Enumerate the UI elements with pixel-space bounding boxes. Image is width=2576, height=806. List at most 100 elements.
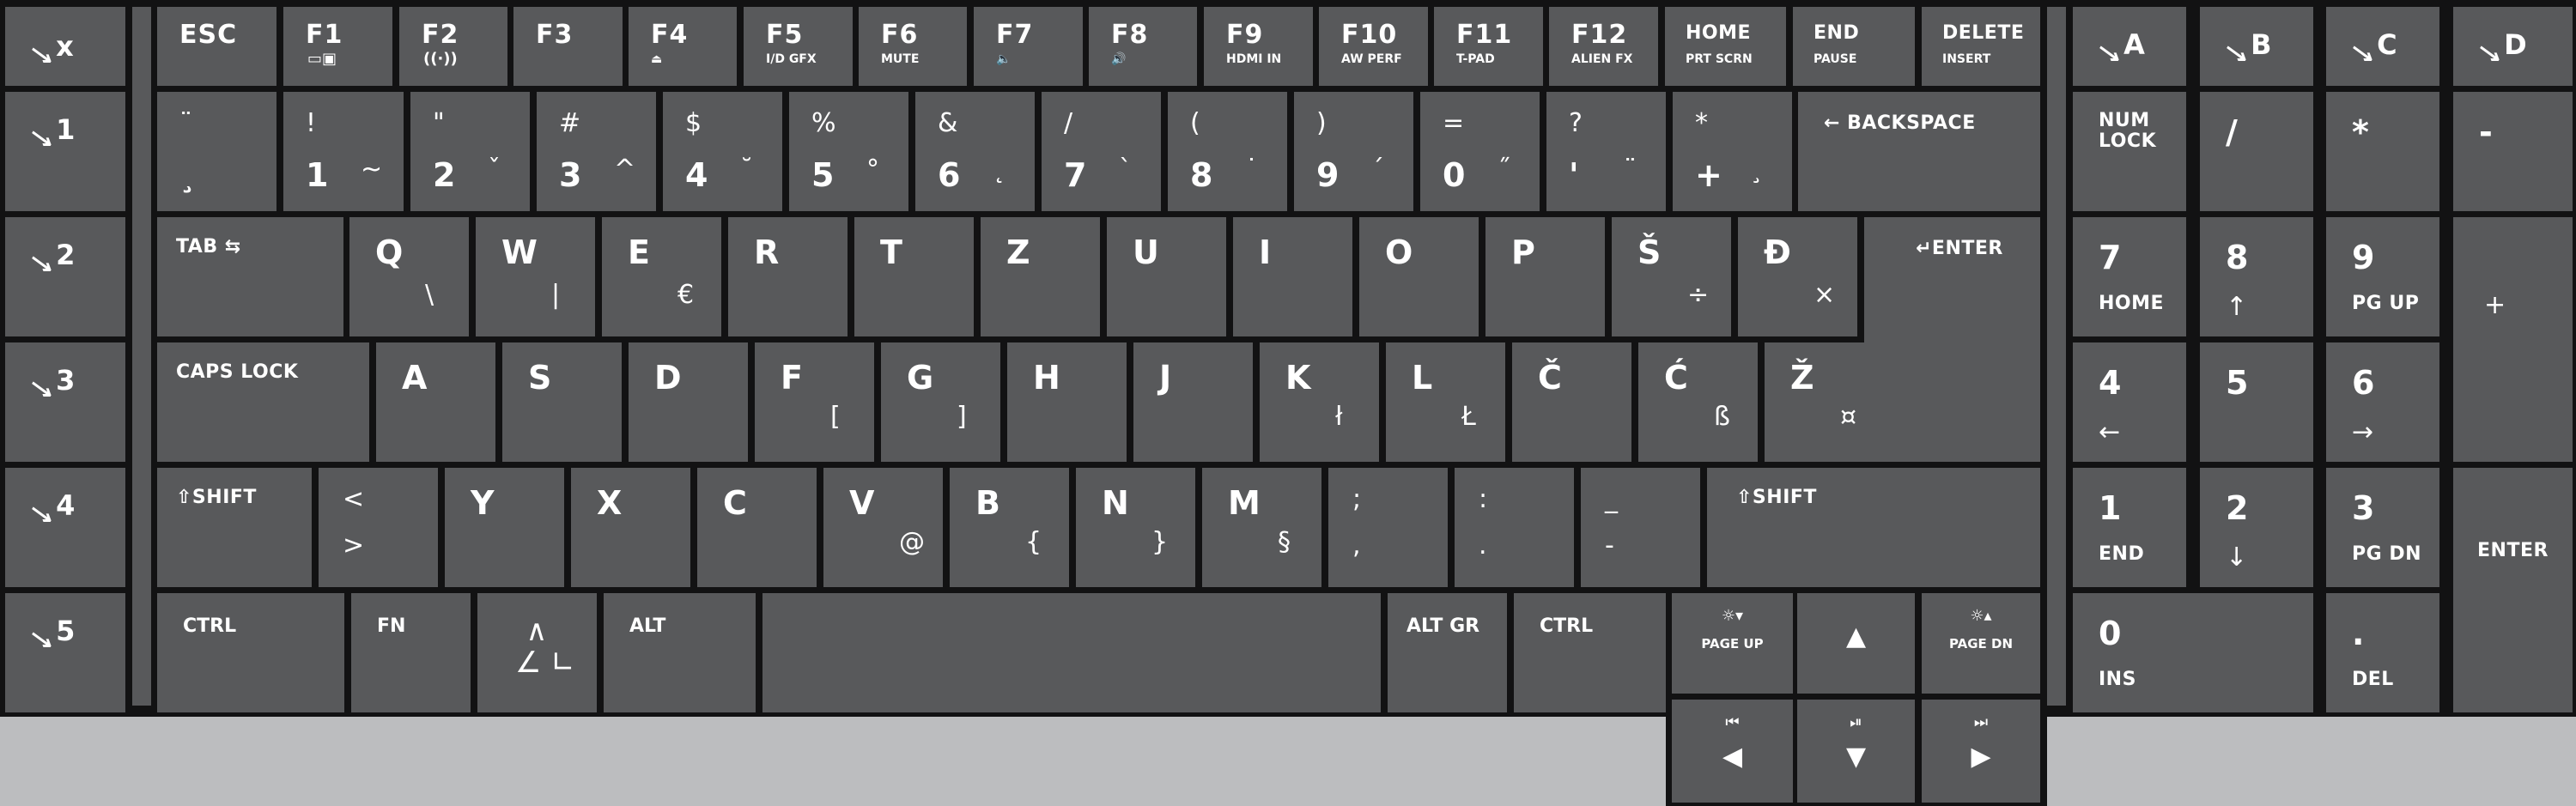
numpad-key-12[interactable]: 2 ↓ <box>2200 468 2313 587</box>
shift-row-key-3[interactable]: X <box>571 468 690 587</box>
shift-row-key-8[interactable]: M § <box>1202 468 1321 587</box>
home-row-key-3[interactable]: D <box>629 342 748 462</box>
alt-gr-key[interactable]: ALT GR <box>1388 593 1507 712</box>
number-row-key-11[interactable]: ? ' ¨ <box>1546 92 1666 211</box>
macro-key-5[interactable]: ↘5 <box>5 593 125 712</box>
macro-key-B[interactable]: ↘B <box>2200 7 2313 86</box>
function-key-f11[interactable]: F11 T-PAD <box>1434 7 1543 86</box>
ctrl-right-key[interactable]: CTRL <box>1514 593 1666 712</box>
numpad-plus-key[interactable]: + <box>2453 217 2573 462</box>
home-row-key-1[interactable]: A <box>376 342 495 462</box>
numpad-key-9[interactable]: 5 <box>2200 342 2313 462</box>
macro-key-3[interactable]: ↘3 <box>5 342 125 462</box>
shift-row-key-5[interactable]: V @ <box>823 468 943 587</box>
number-row-key-9[interactable]: ) 9 ´ <box>1294 92 1413 211</box>
home-row-key-2[interactable]: S <box>502 342 622 462</box>
function-key-esc[interactable]: ESC <box>157 7 276 86</box>
shift-row-key-1[interactable]: < > <box>319 468 438 587</box>
qwerty-key-11[interactable]: Š ÷ <box>1612 217 1731 336</box>
qwerty-key-3[interactable]: E € <box>602 217 721 336</box>
numpad-key-8[interactable]: 4 ← <box>2073 342 2186 462</box>
qwerty-key-1[interactable]: Q \ <box>349 217 469 336</box>
function-key-f2[interactable]: F2 ((·)) <box>399 7 507 86</box>
qwerty-key-12[interactable]: Đ × <box>1738 217 1857 336</box>
macro-key-A[interactable]: ↘A <box>2073 7 2186 86</box>
function-key-f12[interactable]: F12 ALIEN FX <box>1549 7 1658 86</box>
number-row-key-8[interactable]: (8 ˙ <box>1168 92 1287 211</box>
shift-row-key-7[interactable]: N} <box>1076 468 1195 587</box>
ctrl-left-key[interactable]: CTRL <box>157 593 344 712</box>
numpad-key-2[interactable]: * <box>2326 92 2439 211</box>
numpad-key-4[interactable]: 7 HOME <box>2073 217 2186 336</box>
numpad-key-1[interactable]: / <box>2200 92 2313 211</box>
qwerty-key-0[interactable]: TAB ⇆ <box>157 217 343 336</box>
number-row-key-2[interactable]: " 2 ˇ <box>410 92 530 211</box>
numpad-key-5[interactable]: 8 ↑ <box>2200 217 2313 336</box>
numpad-key-13[interactable]: 3 PG DN <box>2326 468 2439 587</box>
home-row-key-6[interactable]: H <box>1007 342 1127 462</box>
home-row-key-8[interactable]: Kł <box>1260 342 1379 462</box>
shift-row-key-12[interactable]: ⇧SHIFT <box>1707 468 2040 587</box>
number-row-key-1[interactable]: ! 1 ~ <box>283 92 404 211</box>
shift-row-key-10[interactable]: :. <box>1455 468 1574 587</box>
number-row-key-6[interactable]: & 6 ˛ <box>915 92 1035 211</box>
qwerty-key-10[interactable]: P <box>1485 217 1605 336</box>
numpad-key-11[interactable]: 1 END <box>2073 468 2186 587</box>
number-row-key-4[interactable]: $4 ˘ <box>663 92 782 211</box>
number-row-key-12[interactable]: * + ¸ <box>1673 92 1792 211</box>
numpad-enter-key[interactable]: ENTER <box>2453 468 2573 712</box>
shift-row-key-0[interactable]: ⇧SHIFT <box>157 468 312 587</box>
qwerty-key-6[interactable]: Z <box>981 217 1100 336</box>
enter-key-extension[interactable] <box>1889 342 2040 462</box>
qwerty-key-8[interactable]: I <box>1233 217 1352 336</box>
shift-row-key-4[interactable]: C <box>697 468 817 587</box>
numpad-key-16[interactable]: . DEL <box>2326 593 2439 712</box>
home-row-key-12[interactable]: Ž ¤ <box>1765 342 1884 462</box>
function-key-f3[interactable]: F3 <box>513 7 623 86</box>
function-key-f10[interactable]: F10 AW PERF <box>1319 7 1428 86</box>
arrow-cluster-key-2[interactable]: ☼▴ PAGE DN <box>1922 593 2040 694</box>
numpad-key-0[interactable]: NUM LOCK <box>2073 92 2186 211</box>
qwerty-key-2[interactable]: W | <box>476 217 595 336</box>
home-row-key-9[interactable]: LŁ <box>1386 342 1505 462</box>
shift-row-key-6[interactable]: B{ <box>950 468 1069 587</box>
numpad-key-10[interactable]: 6 → <box>2326 342 2439 462</box>
function-key-f1[interactable]: F1 ▭▣ <box>283 7 392 86</box>
qwerty-key-7[interactable]: U <box>1107 217 1226 336</box>
home-row-key-11[interactable]: Ćß <box>1638 342 1758 462</box>
numpad-zero-key[interactable]: 0 INS <box>2073 593 2313 712</box>
home-row-key-4[interactable]: F[ <box>755 342 874 462</box>
numpad-key-3[interactable]: - <box>2453 92 2573 211</box>
home-row-key-10[interactable]: Č <box>1512 342 1631 462</box>
macro-key-1[interactable]: ↘1 <box>5 92 125 211</box>
alt-key[interactable]: ALT <box>604 593 756 712</box>
number-row-key-0[interactable]: ¨ ¸ <box>157 92 276 211</box>
numpad-key-6[interactable]: 9 PG UP <box>2326 217 2439 336</box>
qwerty-key-4[interactable]: R <box>728 217 848 336</box>
shift-row-key-9[interactable]: ;, <box>1328 468 1448 587</box>
function-key-delete[interactable]: DELETE INSERT <box>1922 7 2040 86</box>
shift-row-key-11[interactable]: _ - <box>1581 468 1700 587</box>
arrow-cluster-key-5[interactable]: ⏭ ▶ <box>1922 700 2040 803</box>
macro-key-x[interactable]: ↘x <box>5 7 125 86</box>
number-row-key-5[interactable]: % 5 ° <box>789 92 908 211</box>
macro-key-4[interactable]: ↘4 <box>5 468 125 587</box>
function-key-f9[interactable]: F9 HDMI IN <box>1204 7 1313 86</box>
fn-key[interactable]: FN <box>351 593 471 712</box>
function-key-f4[interactable]: F4 ⏏ <box>629 7 737 86</box>
space-bar[interactable] <box>762 593 1381 712</box>
home-row-key-5[interactable]: G] <box>881 342 1000 462</box>
arrow-cluster-key-1[interactable]: ▲ <box>1797 593 1915 694</box>
number-row-key-10[interactable]: = 0 ˝ <box>1420 92 1540 211</box>
shift-row-key-2[interactable]: Y <box>445 468 564 587</box>
arrow-cluster-key-0[interactable]: ☼▾ PAGE UP <box>1672 593 1793 694</box>
number-row-key-7[interactable]: / 7 ` <box>1042 92 1161 211</box>
function-key-f7[interactable]: F7 🔈 <box>974 7 1083 86</box>
qwerty-key-9[interactable]: O <box>1359 217 1479 336</box>
home-row-key-0[interactable]: CAPS LOCK <box>157 342 369 462</box>
macro-key-2[interactable]: ↘2 <box>5 217 125 336</box>
function-key-f5[interactable]: F5 I/D GFX <box>744 7 853 86</box>
function-key-home[interactable]: HOME PRT SCRN <box>1665 7 1786 86</box>
function-key-end[interactable]: END PAUSE <box>1793 7 1915 86</box>
alienware-key[interactable]: ∧ ∠ ∟ <box>477 593 597 712</box>
